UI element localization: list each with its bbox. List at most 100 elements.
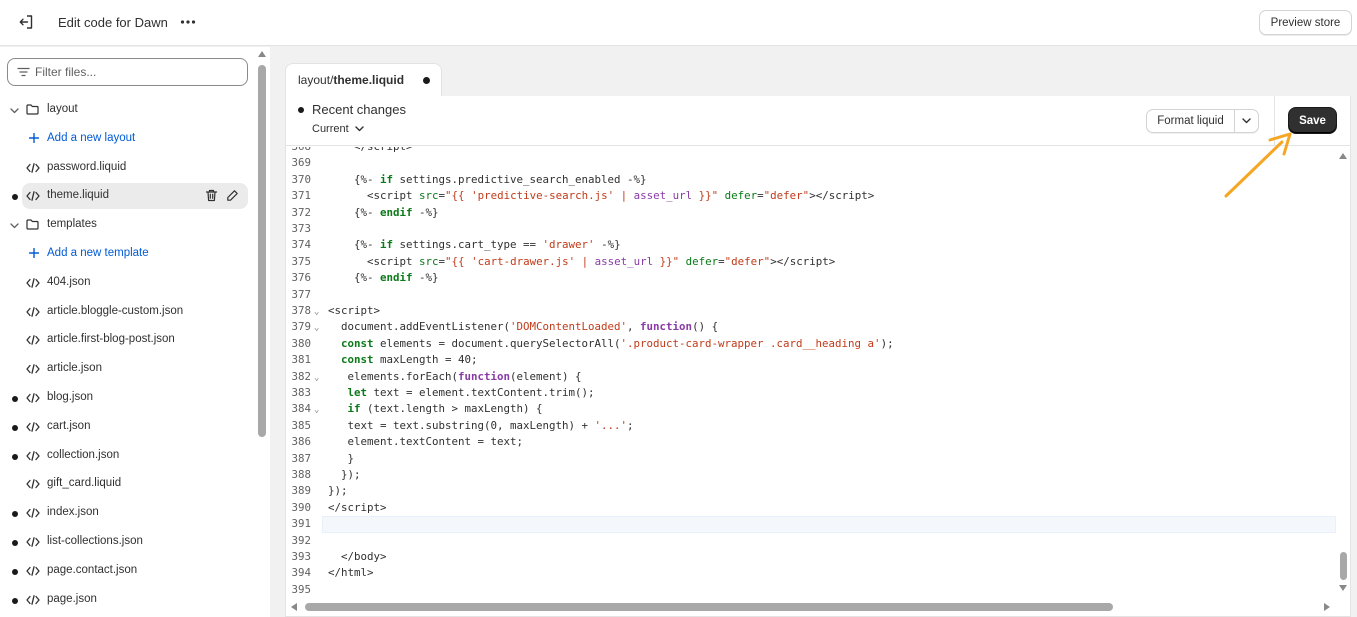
tab-theme-liquid[interactable]: layout/theme.liquid	[285, 63, 442, 96]
scroll-up-arrow-icon[interactable]	[258, 51, 266, 57]
format-liquid-button[interactable]: Format liquid	[1147, 110, 1235, 132]
fold-chevron-icon[interactable]: ⌄	[314, 402, 319, 418]
folder-templates[interactable]: templates	[0, 212, 250, 238]
file-index-json[interactable]: index.json	[0, 500, 250, 526]
more-horizontal-icon[interactable]	[178, 12, 198, 32]
code-line[interactable]: 375 <script src="{{ 'cart-drawer.js' | a…	[286, 254, 1336, 270]
chevron-down-icon[interactable]	[10, 220, 19, 232]
line-number: 393	[291, 550, 311, 563]
trash-icon[interactable]	[205, 189, 218, 205]
code-line[interactable]: 377	[286, 287, 1336, 303]
code-line[interactable]: 384 ⌄ if (text.length > maxLength) {	[286, 401, 1336, 417]
file-label: theme.liquid	[47, 189, 110, 202]
fold-chevron-icon[interactable]: ⌄	[314, 320, 319, 336]
scrollbar-thumb[interactable]	[1340, 552, 1347, 580]
editor-vertical-scrollbar[interactable]	[1337, 147, 1349, 600]
code-line[interactable]: 378 ⌄ <script>	[286, 303, 1336, 319]
file-article-first-blog-post-json[interactable]: article.first-blog-post.json	[0, 327, 250, 353]
code-line[interactable]: 371 <script src="{{ 'predictive-search.j…	[286, 188, 1336, 204]
code-line[interactable]: 386 element.textContent = text;	[286, 434, 1336, 450]
sidebar-scrollbar[interactable]	[257, 47, 267, 617]
editor-horizontal-scrollbar[interactable]	[286, 600, 1336, 614]
preview-store-button[interactable]: Preview store	[1259, 10, 1352, 35]
code-line[interactable]: 381 const maxLength = 40;	[286, 352, 1336, 368]
code-line[interactable]: 389});	[286, 483, 1336, 499]
pencil-icon[interactable]	[226, 189, 239, 205]
file-article-bloggle-custom-json[interactable]: article.bloggle-custom.json	[0, 299, 250, 325]
code-line[interactable]: 376 {%- endif -%}	[286, 270, 1336, 286]
fold-chevron-icon[interactable]: ⌄	[314, 370, 319, 386]
file-label: blog.json	[47, 391, 94, 403]
code-line[interactable]: 388 });	[286, 467, 1336, 483]
code-file-icon	[26, 479, 40, 492]
code-line[interactable]: 382 ⌄ elements.forEach(function(element) …	[286, 369, 1336, 385]
chevron-down-icon	[1242, 118, 1251, 124]
file-label: collection.json	[47, 448, 120, 461]
file-sidebar: layout Add a new layout password.liquid the…	[0, 47, 270, 617]
tab-folder: layout/	[298, 73, 334, 87]
editor-panel: Recent changes Current Format liquid Sav…	[285, 96, 1351, 617]
code-editor[interactable]: 368 </script>369370 {%- if settings.pred…	[286, 147, 1336, 600]
editor-area: layout/theme.liquid Recent changes Curre…	[285, 63, 1351, 617]
folder-icon	[26, 219, 39, 233]
code-line[interactable]: 385 text = text.substring(0, maxLength) …	[286, 418, 1336, 434]
file-label: article.first-blog-post.json	[47, 333, 175, 346]
filter-files-field[interactable]	[7, 58, 248, 86]
code-line[interactable]: 379 ⌄ document.addEventListener('DOMConte…	[286, 319, 1336, 335]
filter-files-input[interactable]	[35, 63, 235, 81]
file-collection-json[interactable]: collection.json	[0, 443, 250, 469]
file-page-json[interactable]: page.json	[0, 587, 250, 613]
file-blog-json[interactable]: blog.json	[0, 385, 250, 411]
file-theme-liquid[interactable]: theme.liquid	[12, 183, 248, 210]
file-404-json[interactable]: 404.json	[0, 270, 250, 296]
file-list-collections-json[interactable]: list-collections.json	[0, 529, 250, 555]
code-line[interactable]: 393 </body>	[286, 549, 1336, 565]
code-line[interactable]: 370 {%- if settings.predictive_search_en…	[286, 172, 1336, 188]
line-number: 388	[291, 468, 311, 481]
save-button[interactable]: Save	[1289, 108, 1336, 133]
recent-changes-select[interactable]: Current	[312, 123, 364, 135]
code-line[interactable]: 395	[286, 582, 1336, 598]
line-number: 370	[291, 172, 311, 186]
code-line[interactable]: 387 }	[286, 451, 1336, 467]
line-number: 391	[291, 517, 311, 531]
code-file-icon	[26, 393, 40, 406]
unsaved-dot	[12, 511, 18, 518]
code-line[interactable]: 380 const elements = document.querySelec…	[286, 336, 1336, 352]
code-line[interactable]: 374 {%- if settings.cart_type == 'drawer…	[286, 237, 1336, 253]
code-line[interactable]: 373	[286, 221, 1336, 237]
line-number: 380	[291, 336, 311, 350]
file-page-contact-json[interactable]: page.contact.json	[0, 558, 250, 584]
code-file-icon	[26, 508, 40, 521]
scrollbar-thumb[interactable]	[305, 603, 1113, 611]
format-options-dropdown[interactable]	[1235, 110, 1258, 132]
folder-layout[interactable]: layout	[0, 97, 250, 123]
code-line[interactable]: 368 </script>	[286, 147, 1336, 155]
add-a-new-layout-link[interactable]: Add a new layout	[0, 126, 250, 152]
line-number: 389	[291, 484, 311, 498]
chevron-down-icon[interactable]	[10, 105, 19, 117]
scroll-right-arrow-icon[interactable]	[1324, 603, 1330, 611]
fold-chevron-icon[interactable]: ⌄	[314, 304, 319, 320]
file-gift-card-liquid[interactable]: gift_card.liquid	[0, 471, 250, 497]
scrollbar-thumb[interactable]	[258, 65, 266, 437]
toolbar-divider	[1274, 96, 1275, 146]
code-line[interactable]: 392	[286, 533, 1336, 549]
code-line[interactable]: 394 </html>	[286, 565, 1336, 581]
code-line[interactable]: 369	[286, 155, 1336, 171]
exit-icon[interactable]	[16, 12, 36, 32]
code-line[interactable]: 391	[286, 516, 1336, 532]
code-line[interactable]: 383 let text = element.textContent.trim(…	[286, 385, 1336, 401]
scroll-down-arrow-icon[interactable]	[1339, 585, 1347, 591]
code-line[interactable]: 390 </script>	[286, 500, 1336, 516]
file-article-json[interactable]: article.json	[0, 356, 250, 382]
file-password-liquid[interactable]: password.liquid	[0, 155, 250, 181]
file-cart-json[interactable]: cart.json	[0, 414, 250, 440]
format-liquid-button-group: Format liquid	[1146, 109, 1259, 133]
code-line[interactable]: 372 {%- endif -%}	[286, 205, 1336, 221]
add-a-new-template-link[interactable]: Add a new template	[0, 241, 250, 267]
code-text: const elements = document.querySelectorA…	[341, 336, 894, 350]
scroll-up-arrow-icon[interactable]	[1339, 153, 1347, 159]
scroll-left-arrow-icon[interactable]	[291, 603, 297, 611]
file-label: cart.json	[47, 419, 91, 432]
